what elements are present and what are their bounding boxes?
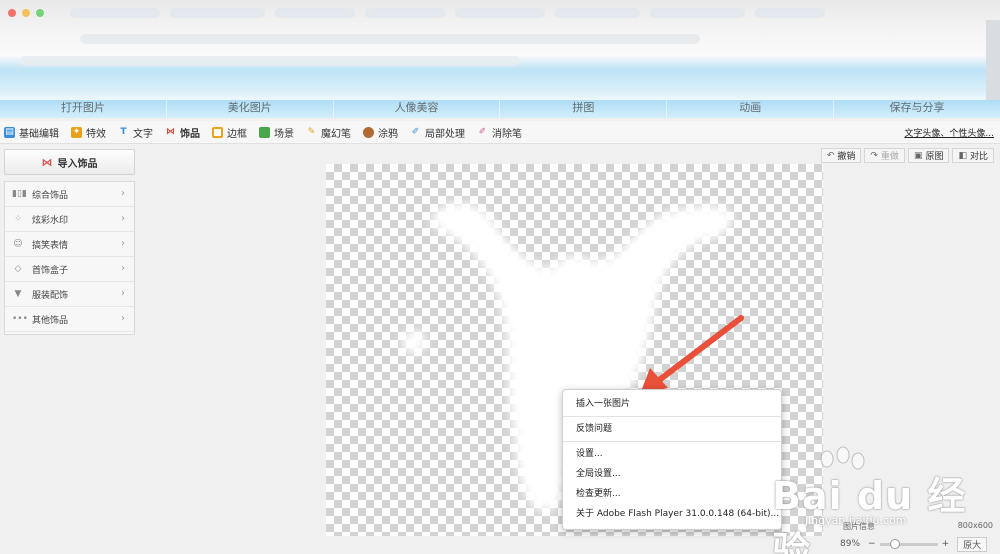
tool-magic-pen[interactable]: ✎ 魔幻笔 <box>306 125 351 140</box>
chevron-right-icon: › <box>121 263 125 274</box>
menu-settings[interactable]: 设置... <box>563 444 781 464</box>
tool-doodle[interactable]: 涂鸦 <box>363 125 398 140</box>
tool-basic-edit[interactable]: ▤ 基础编辑 <box>4 125 59 140</box>
tool-scene[interactable]: 场景 <box>259 125 294 140</box>
menu-about-flash[interactable]: 关于 Adobe Flash Player 31.0.0.148 (64-bit… <box>563 504 781 524</box>
basic-edit-icon: ▤ <box>4 126 15 138</box>
avatar-promo-link[interactable]: 文字头像、个性头像... <box>904 126 994 139</box>
undo-icon: ↶ <box>826 150 835 161</box>
tool-decorations[interactable]: ⋈ 饰品 <box>165 125 200 140</box>
decoration-category-list: ▮▯▮ 综合饰品 › ⁘ 炫彩水印 › ☺ 搞笑表情 › ◇ 首饰盒子 › ▼ 服装配饰 › •••… <box>4 181 135 335</box>
category-clothing[interactable]: ▼ 服装配饰 › <box>5 282 134 307</box>
bow-tie-icon: ⋈ <box>41 155 53 169</box>
zoom-in-icon[interactable]: + <box>942 539 950 549</box>
chevron-right-icon: › <box>121 213 125 224</box>
category-other[interactable]: ••• 其他饰品 › <box>5 307 134 332</box>
chevron-right-icon: › <box>121 288 125 299</box>
zoom-percent: 89% <box>840 539 861 549</box>
zoom-out-icon[interactable]: − <box>868 539 876 549</box>
tab-animation[interactable]: 动画 <box>667 100 835 118</box>
scene-icon <box>259 126 270 138</box>
magic-pen-icon: ✎ <box>307 126 316 137</box>
compare-icon: ◧ <box>958 150 967 161</box>
window-zoom-icon[interactable] <box>36 9 44 17</box>
tool-text[interactable]: T 文字 <box>118 125 153 140</box>
magic-wand-icon: ✦ <box>71 126 82 138</box>
tool-effects[interactable]: ✦ 特效 <box>71 125 106 140</box>
diamond-icon: ◇ <box>14 264 22 274</box>
image-info-label: 图片信息 <box>843 522 875 531</box>
tab-save-share[interactable]: 保存与分享 <box>834 100 1000 118</box>
menu-feedback[interactable]: 反馈问题 <box>563 419 781 439</box>
chevron-right-icon: › <box>121 238 125 249</box>
image-icon: ▣ <box>913 150 923 161</box>
menu-check-updates[interactable]: 检查更新... <box>563 484 781 504</box>
tab-beautify[interactable]: 美化图片 <box>167 100 334 118</box>
zoom-slider[interactable] <box>879 538 938 549</box>
menu-global-settings[interactable]: 全局设置... <box>563 464 781 484</box>
chevron-right-icon: › <box>121 188 125 199</box>
tool-frame[interactable]: 边框 <box>212 125 247 140</box>
brush-icon: ✐ <box>411 126 420 137</box>
main-tabs: 打开图片 美化图片 人像美容 拼图 动画 保存与分享 <box>0 100 1000 118</box>
bars-icon: ▮▯▮ <box>12 189 27 199</box>
shirt-icon: ▼ <box>14 289 22 299</box>
edit-actions: ↶ 撤销 ↷ 重做 ▣ 原图 ◧ 对比 <box>818 148 994 163</box>
redo-button[interactable]: ↷ 重做 <box>864 148 905 163</box>
faces-icon: ☺ <box>13 239 23 249</box>
category-watermark[interactable]: ⁘ 炫彩水印 › <box>5 207 134 232</box>
context-menu: 插入一张图片 反馈问题 设置... 全局设置... 检查更新... 关于 Ado… <box>562 389 782 530</box>
tab-collage[interactable]: 拼图 <box>500 100 668 118</box>
import-decoration-button[interactable]: ⋈ 导入饰品 <box>4 149 135 175</box>
page-scrollbar[interactable] <box>986 20 1000 100</box>
tool-toolbar: ▤ 基础编辑 ✦ 特效 T 文字 ⋈ 饰品 边框 场景 ✎ 魔幻笔 涂鸦 ✐ 局部处理 ✐ 消… <box>0 121 1000 144</box>
menu-separator <box>563 416 781 417</box>
window-minimize-icon[interactable] <box>22 9 30 17</box>
tab-open-image[interactable]: 打开图片 <box>0 100 167 118</box>
menu-insert-image[interactable]: 插入一张图片 <box>563 394 781 414</box>
redo-icon: ↷ <box>870 150 878 161</box>
zoom-bar: 89% − + 原大 <box>840 536 994 552</box>
original-button[interactable]: ▣ 原图 <box>907 148 950 163</box>
sparkle-icon: ⁘ <box>14 214 22 224</box>
zoom-slider-handle[interactable] <box>889 538 900 549</box>
bow-tie-icon: ⋈ <box>166 126 175 137</box>
actual-size-button[interactable]: 原大 <box>957 536 988 552</box>
tab-portrait[interactable]: 人像美容 <box>334 100 501 118</box>
text-t-icon: T <box>120 126 127 137</box>
paint-palette-icon <box>363 126 374 138</box>
frame-icon <box>212 126 223 138</box>
browser-chrome <box>0 0 1000 100</box>
category-general[interactable]: ▮▯▮ 综合饰品 › <box>5 182 134 207</box>
image-size: 800x600 <box>957 521 993 530</box>
tool-eraser-pen[interactable]: ✐ 消除笔 <box>477 125 522 140</box>
eraser-icon: ✐ <box>478 126 487 137</box>
dots-icon: ••• <box>12 314 28 324</box>
window-close-icon[interactable] <box>8 9 16 17</box>
category-funny-faces[interactable]: ☺ 搞笑表情 › <box>5 232 134 257</box>
compare-button[interactable]: ◧ 对比 <box>952 148 994 163</box>
tool-local-process[interactable]: ✐ 局部处理 <box>410 125 465 140</box>
image-info: 图片信息 800x600 <box>843 521 993 532</box>
menu-separator <box>563 441 781 442</box>
category-jewelry[interactable]: ◇ 首饰盒子 › <box>5 257 134 282</box>
undo-button[interactable]: ↶ 撤销 <box>820 148 862 163</box>
chevron-right-icon: › <box>121 313 125 324</box>
